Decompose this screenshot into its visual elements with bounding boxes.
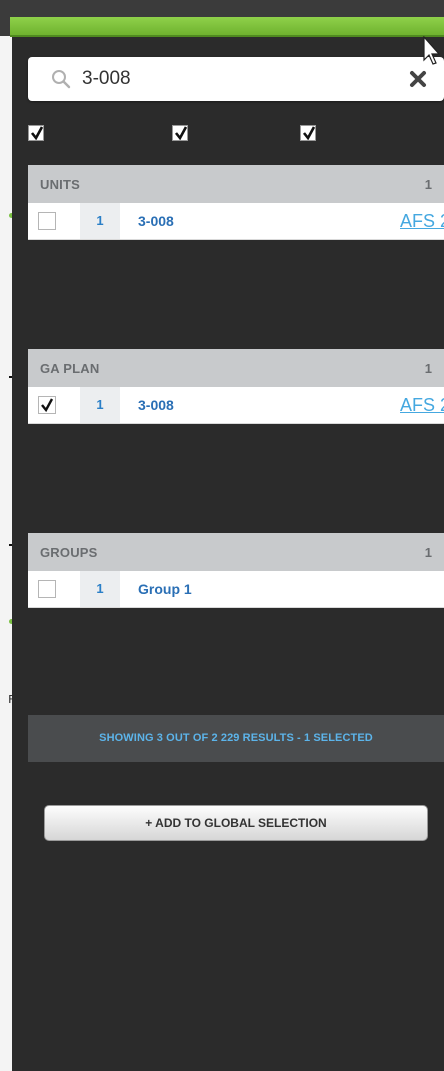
list-item[interactable]: 1 3-008 AFS 2 — [28, 203, 444, 240]
column-checkbox-3[interactable] — [300, 125, 316, 141]
checkmark-icon — [41, 398, 54, 413]
section-title: UNITS — [40, 177, 80, 192]
mouse-cursor-icon — [423, 36, 441, 65]
row-number: 1 — [80, 387, 120, 423]
section-title: GROUPS — [40, 545, 98, 560]
section-header: UNITS 1 — [28, 165, 444, 203]
row-link[interactable]: AFS 2 — [400, 203, 444, 239]
section-count: 1 — [424, 545, 432, 560]
row-checkbox-cell — [28, 203, 66, 239]
row-checkbox-cell — [28, 571, 66, 607]
section-title: GA PLAN — [40, 361, 100, 376]
top-bar — [0, 0, 444, 37]
section-ga-plan: GA PLAN 1 1 3-008 AFS 2 — [28, 349, 444, 424]
column-checkbox-1[interactable] — [28, 125, 44, 141]
close-icon[interactable] — [408, 69, 428, 89]
column-checkbox-2[interactable] — [172, 125, 188, 141]
section-count: 1 — [424, 177, 432, 192]
search-input[interactable] — [82, 57, 382, 101]
row-name[interactable]: 3-008 — [138, 203, 174, 239]
checkmark-icon — [302, 126, 316, 140]
row-number: 1 — [80, 571, 120, 607]
section-header: GA PLAN 1 — [28, 349, 444, 387]
background-app-edge: F — [0, 0, 15, 1071]
search-icon — [52, 70, 71, 89]
column-checkboxes — [28, 125, 444, 147]
list-item[interactable]: 1 Group 1 — [28, 571, 444, 608]
top-green-bar — [10, 17, 444, 37]
checkmark-icon — [30, 126, 44, 140]
row-name[interactable]: 3-008 — [138, 387, 174, 423]
results-summary: SHOWING 3 OUT OF 2 229 RESULTS - 1 SELEC… — [28, 715, 444, 762]
search-panel: UNITS 1 1 3-008 AFS 2 GA PLAN 1 1 3-008 — [12, 37, 444, 1071]
row-name[interactable]: Group 1 — [138, 571, 192, 607]
add-to-global-selection-button[interactable]: + ADD TO GLOBAL SELECTION — [44, 805, 428, 841]
section-header: GROUPS 1 — [28, 533, 444, 571]
search-box — [28, 57, 444, 101]
section-count: 1 — [424, 361, 432, 376]
row-number: 1 — [80, 203, 120, 239]
row-checkbox[interactable] — [38, 212, 56, 230]
section-groups: GROUPS 1 1 Group 1 — [28, 533, 444, 608]
list-item[interactable]: 1 3-008 AFS 2 — [28, 387, 444, 424]
section-units: UNITS 1 1 3-008 AFS 2 — [28, 165, 444, 240]
row-checkbox[interactable] — [38, 580, 56, 598]
row-checkbox-cell — [28, 387, 66, 423]
checkmark-icon — [174, 126, 188, 140]
row-link[interactable]: AFS 2 — [400, 387, 444, 423]
row-checkbox[interactable] — [38, 396, 56, 414]
